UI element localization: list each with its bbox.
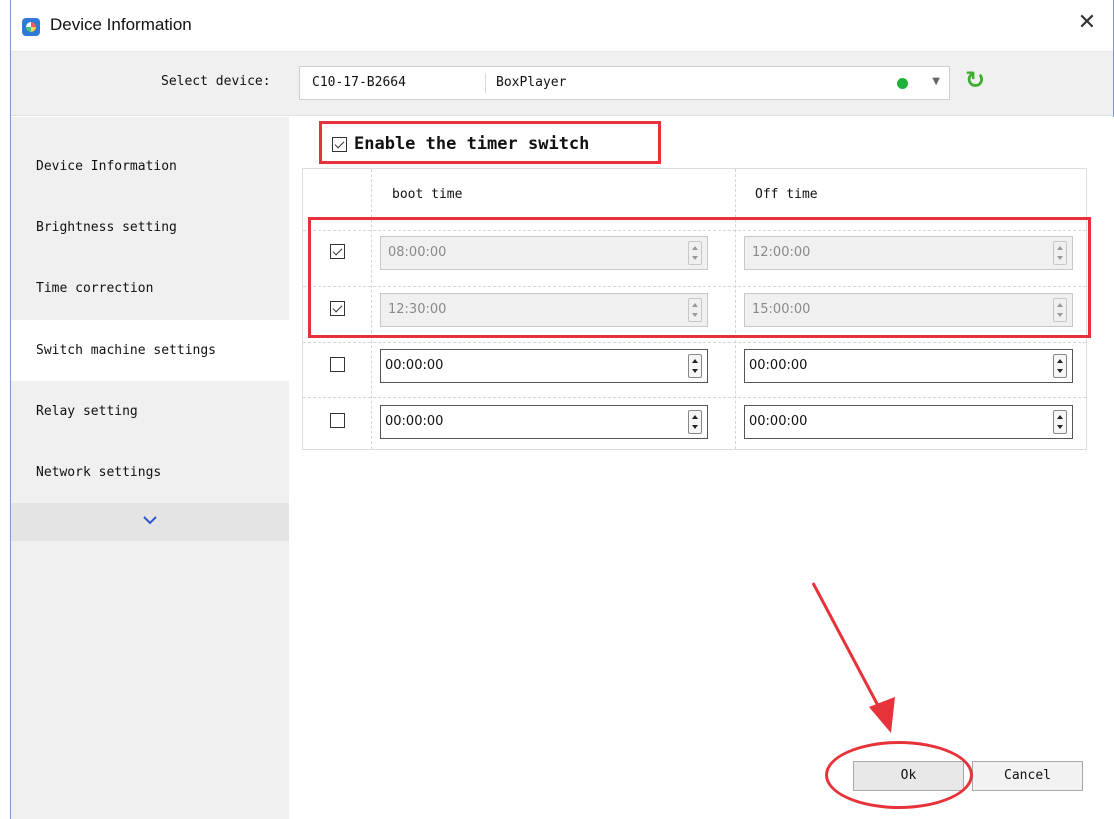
row-4-boot-time-input[interactable]: 00:00:00 bbox=[380, 405, 708, 439]
sidebar-item-relay-setting[interactable]: Relay setting bbox=[11, 381, 289, 442]
time-value: 12:30:00 bbox=[388, 302, 447, 317]
window-title: Device Information bbox=[50, 15, 192, 34]
time-spinner[interactable] bbox=[1053, 241, 1067, 265]
time-value: 12:00:00 bbox=[752, 245, 811, 260]
sidebar-item-time-correction[interactable]: Time correction bbox=[11, 258, 289, 319]
device-selector-bar: Select device: C10-17-B2664 BoxPlayer ▼ … bbox=[11, 52, 1113, 116]
row-1-checkbox[interactable] bbox=[330, 244, 345, 259]
row-2-checkbox[interactable] bbox=[330, 301, 345, 316]
switch-machine-settings-panel: Enable the timer switch boot time Off ti… bbox=[289, 117, 1114, 819]
annotation-arrow-icon bbox=[811, 582, 895, 733]
time-spinner[interactable] bbox=[688, 410, 702, 434]
divider bbox=[303, 286, 1086, 287]
column-header-off-time: Off time bbox=[755, 187, 818, 202]
enable-timer-switch-highlight: Enable the timer switch bbox=[319, 121, 661, 164]
time-spinner[interactable] bbox=[1053, 354, 1067, 378]
settings-sidebar: Device Information Brightness setting Ti… bbox=[11, 117, 289, 819]
row-3-checkbox[interactable] bbox=[330, 357, 345, 372]
sidebar-item-device-information[interactable]: Device Information bbox=[11, 136, 289, 197]
divider bbox=[303, 230, 1086, 231]
time-value: 00:00:00 bbox=[385, 358, 444, 373]
divider bbox=[303, 397, 1086, 398]
close-icon[interactable]: ✕ bbox=[1075, 11, 1099, 35]
row-2-off-time-input[interactable]: 15:00:00 bbox=[744, 293, 1073, 327]
column-header-boot-time: boot time bbox=[392, 187, 463, 202]
row-1-boot-time-input[interactable]: 08:00:00 bbox=[380, 236, 708, 270]
chevron-down-icon[interactable]: ▼ bbox=[932, 76, 940, 87]
time-value: 00:00:00 bbox=[749, 358, 808, 373]
time-spinner[interactable] bbox=[688, 241, 702, 265]
online-status-icon bbox=[897, 78, 908, 89]
time-value: 00:00:00 bbox=[385, 414, 444, 429]
row-1-off-time-input[interactable]: 12:00:00 bbox=[744, 236, 1073, 270]
chevron-down-icon bbox=[143, 516, 157, 525]
time-value: 08:00:00 bbox=[388, 245, 447, 260]
row-3-off-time-input[interactable]: 00:00:00 bbox=[744, 349, 1073, 383]
time-spinner[interactable] bbox=[688, 298, 702, 322]
divider bbox=[303, 342, 1086, 343]
enable-timer-checkbox[interactable] bbox=[332, 137, 347, 152]
time-value: 15:00:00 bbox=[752, 302, 811, 317]
sidebar-scroll-more[interactable] bbox=[11, 503, 289, 541]
device-dropdown[interactable]: C10-17-B2664 BoxPlayer ▼ bbox=[299, 66, 950, 100]
app-logo-icon bbox=[22, 18, 40, 36]
sidebar-item-brightness-setting[interactable]: Brightness setting bbox=[11, 197, 289, 258]
select-device-label: Select device: bbox=[161, 74, 271, 89]
cancel-button[interactable]: Cancel bbox=[972, 761, 1083, 791]
row-3-boot-time-input[interactable]: 00:00:00 bbox=[380, 349, 708, 383]
row-4-off-time-input[interactable]: 00:00:00 bbox=[744, 405, 1073, 439]
time-spinner[interactable] bbox=[688, 354, 702, 378]
sidebar-item-network-settings[interactable]: Network settings bbox=[11, 442, 289, 503]
device-information-dialog: Device Information ✕ Select device: C10-… bbox=[10, 0, 1114, 819]
refresh-icon[interactable]: ↻ bbox=[961, 66, 989, 94]
divider bbox=[735, 169, 736, 449]
enable-timer-label: Enable the timer switch bbox=[354, 134, 590, 154]
sidebar-item-switch-machine-settings[interactable]: Switch machine settings bbox=[11, 320, 289, 381]
row-4-checkbox[interactable] bbox=[330, 413, 345, 428]
row-2-boot-time-input[interactable]: 12:30:00 bbox=[380, 293, 708, 327]
divider bbox=[371, 169, 372, 449]
device-name: BoxPlayer bbox=[496, 75, 567, 90]
device-id: C10-17-B2664 bbox=[312, 75, 406, 90]
timer-table: boot time Off time 08:00:00 12:00:00 12:… bbox=[302, 168, 1087, 450]
time-spinner[interactable] bbox=[1053, 410, 1067, 434]
time-value: 00:00:00 bbox=[749, 414, 808, 429]
ok-button[interactable]: Ok bbox=[853, 761, 964, 791]
time-spinner[interactable] bbox=[1053, 298, 1067, 322]
title-bar: Device Information ✕ bbox=[11, 0, 1113, 52]
separator bbox=[485, 73, 486, 93]
